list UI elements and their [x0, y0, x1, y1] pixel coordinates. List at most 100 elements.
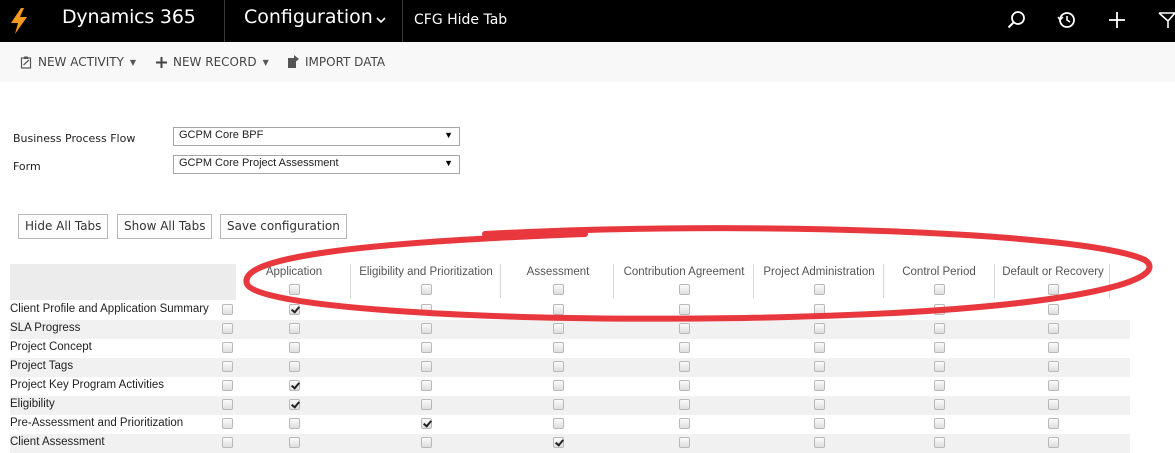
tab-visibility-checkbox[interactable]: [814, 323, 825, 334]
tab-visibility-checkbox[interactable]: [421, 380, 432, 391]
tab-visibility-checkbox[interactable]: [553, 399, 564, 410]
column-select-all-checkbox[interactable]: [421, 284, 432, 295]
tab-visibility-checkbox[interactable]: [934, 437, 945, 448]
row-select-all-checkbox[interactable]: [222, 437, 233, 448]
caret-down-icon: ▼: [262, 57, 269, 67]
form-label: Form: [13, 160, 41, 173]
tab-visibility-checkbox[interactable]: [679, 304, 690, 315]
tab-visibility-checkbox[interactable]: [421, 304, 432, 315]
row-select-all-checkbox[interactable]: [222, 342, 233, 353]
table-row: Project Key Program Activities: [10, 377, 1130, 396]
tab-visibility-checkbox[interactable]: [421, 342, 432, 353]
tab-visibility-checkbox-checked[interactable]: [289, 399, 300, 410]
tab-visibility-checkbox[interactable]: [421, 399, 432, 410]
tab-visibility-checkbox[interactable]: [289, 418, 300, 429]
tab-name: Client Assessment: [10, 436, 105, 448]
tab-visibility-checkbox[interactable]: [679, 380, 690, 391]
tab-visibility-checkbox[interactable]: [1048, 399, 1059, 410]
tab-visibility-checkbox[interactable]: [679, 342, 690, 353]
tab-visibility-checkbox[interactable]: [934, 304, 945, 315]
tab-visibility-checkbox[interactable]: [679, 361, 690, 372]
hide-all-tabs-button[interactable]: Hide All Tabs: [18, 214, 109, 239]
tab-name: Project Key Program Activities: [10, 379, 165, 391]
tab-visibility-checkbox[interactable]: [553, 304, 564, 315]
form-select-value: GCPM Core Project Assessment: [179, 157, 339, 169]
tab-visibility-checkbox[interactable]: [553, 361, 564, 372]
tab-visibility-checkbox[interactable]: [553, 418, 564, 429]
bpf-select[interactable]: GCPM Core BPF ▼: [173, 127, 460, 146]
tab-visibility-checkbox[interactable]: [1048, 380, 1059, 391]
activity-icon: [20, 56, 32, 69]
new-activity-button[interactable]: NEW ACTIVITY ▼: [20, 55, 136, 69]
tab-visibility-checkbox-checked[interactable]: [289, 380, 300, 391]
dynamics-logo-icon[interactable]: [8, 7, 30, 35]
search-icon[interactable]: [1006, 9, 1028, 31]
tab-visibility-checkbox[interactable]: [814, 380, 825, 391]
row-select-all-checkbox[interactable]: [222, 323, 233, 334]
tab-visibility-checkbox[interactable]: [814, 437, 825, 448]
tab-visibility-checkbox[interactable]: [421, 437, 432, 448]
save-configuration-button[interactable]: Save configuration: [220, 214, 347, 239]
tab-visibility-checkbox[interactable]: [1048, 361, 1059, 372]
tab-visibility-checkbox[interactable]: [1048, 342, 1059, 353]
tab-visibility-checkbox-checked[interactable]: [289, 304, 300, 315]
tab-visibility-checkbox[interactable]: [814, 418, 825, 429]
row-select-all-checkbox[interactable]: [222, 399, 233, 410]
new-record-button[interactable]: NEW RECORD ▼: [155, 55, 269, 69]
column-divider: [1109, 264, 1110, 298]
tab-visibility-checkbox[interactable]: [553, 323, 564, 334]
column-select-all-checkbox[interactable]: [289, 284, 300, 295]
tab-visibility-checkbox[interactable]: [553, 380, 564, 391]
tab-visibility-checkbox-checked[interactable]: [553, 437, 564, 448]
tab-name: Project Tags: [10, 360, 74, 372]
tab-visibility-checkbox[interactable]: [679, 437, 690, 448]
import-data-button[interactable]: IMPORT DATA: [287, 55, 385, 69]
tab-visibility-checkbox[interactable]: [289, 323, 300, 334]
tab-visibility-checkbox[interactable]: [1048, 437, 1059, 448]
tab-visibility-checkbox-checked[interactable]: [421, 418, 432, 429]
tab-visibility-checkbox[interactable]: [814, 399, 825, 410]
column-select-all-checkbox[interactable]: [1048, 284, 1059, 295]
column-header-label: Project Administration: [763, 266, 875, 278]
show-all-tabs-button[interactable]: Show All Tabs: [117, 214, 213, 239]
tab-visibility-checkbox[interactable]: [289, 437, 300, 448]
row-select-all-checkbox[interactable]: [222, 361, 233, 372]
column-select-all-checkbox[interactable]: [679, 284, 690, 295]
row-select-all-checkbox[interactable]: [222, 380, 233, 391]
plus-icon[interactable]: [1106, 9, 1128, 31]
tab-visibility-checkbox[interactable]: [814, 304, 825, 315]
tab-name: SLA Progress: [10, 322, 81, 334]
recent-history-icon[interactable]: [1056, 9, 1078, 31]
column-select-all-checkbox[interactable]: [553, 284, 564, 295]
table-row: Client Assessment: [10, 434, 1130, 453]
tab-name: Project Concept: [10, 341, 92, 353]
tab-visibility-checkbox[interactable]: [814, 361, 825, 372]
row-select-all-checkbox[interactable]: [222, 418, 233, 429]
tab-visibility-checkbox[interactable]: [289, 342, 300, 353]
chevron-down-icon[interactable]: [374, 13, 388, 27]
form-select[interactable]: GCPM Core Project Assessment ▼: [173, 155, 460, 174]
tab-visibility-checkbox[interactable]: [553, 342, 564, 353]
tab-visibility-checkbox[interactable]: [421, 361, 432, 372]
tab-visibility-checkbox[interactable]: [679, 323, 690, 334]
column-select-all-checkbox[interactable]: [934, 284, 945, 295]
tab-visibility-checkbox[interactable]: [1048, 304, 1059, 315]
tab-visibility-checkbox[interactable]: [934, 418, 945, 429]
tab-visibility-checkbox[interactable]: [679, 399, 690, 410]
tab-visibility-checkbox[interactable]: [1048, 323, 1059, 334]
row-select-all-checkbox[interactable]: [222, 304, 233, 315]
tab-visibility-checkbox[interactable]: [934, 361, 945, 372]
tab-visibility-checkbox[interactable]: [289, 361, 300, 372]
filter-icon[interactable]: [1157, 9, 1175, 31]
tab-visibility-checkbox[interactable]: [934, 399, 945, 410]
tab-visibility-checkbox[interactable]: [934, 342, 945, 353]
area-title[interactable]: Configuration: [244, 6, 373, 28]
tab-visibility-checkbox[interactable]: [421, 323, 432, 334]
tab-visibility-checkbox[interactable]: [934, 323, 945, 334]
tab-visibility-checkbox[interactable]: [1048, 418, 1059, 429]
tab-visibility-checkbox[interactable]: [934, 380, 945, 391]
column-select-all-checkbox[interactable]: [814, 284, 825, 295]
app-title[interactable]: Dynamics 365: [62, 6, 196, 28]
tab-visibility-checkbox[interactable]: [679, 418, 690, 429]
tab-visibility-checkbox[interactable]: [814, 342, 825, 353]
